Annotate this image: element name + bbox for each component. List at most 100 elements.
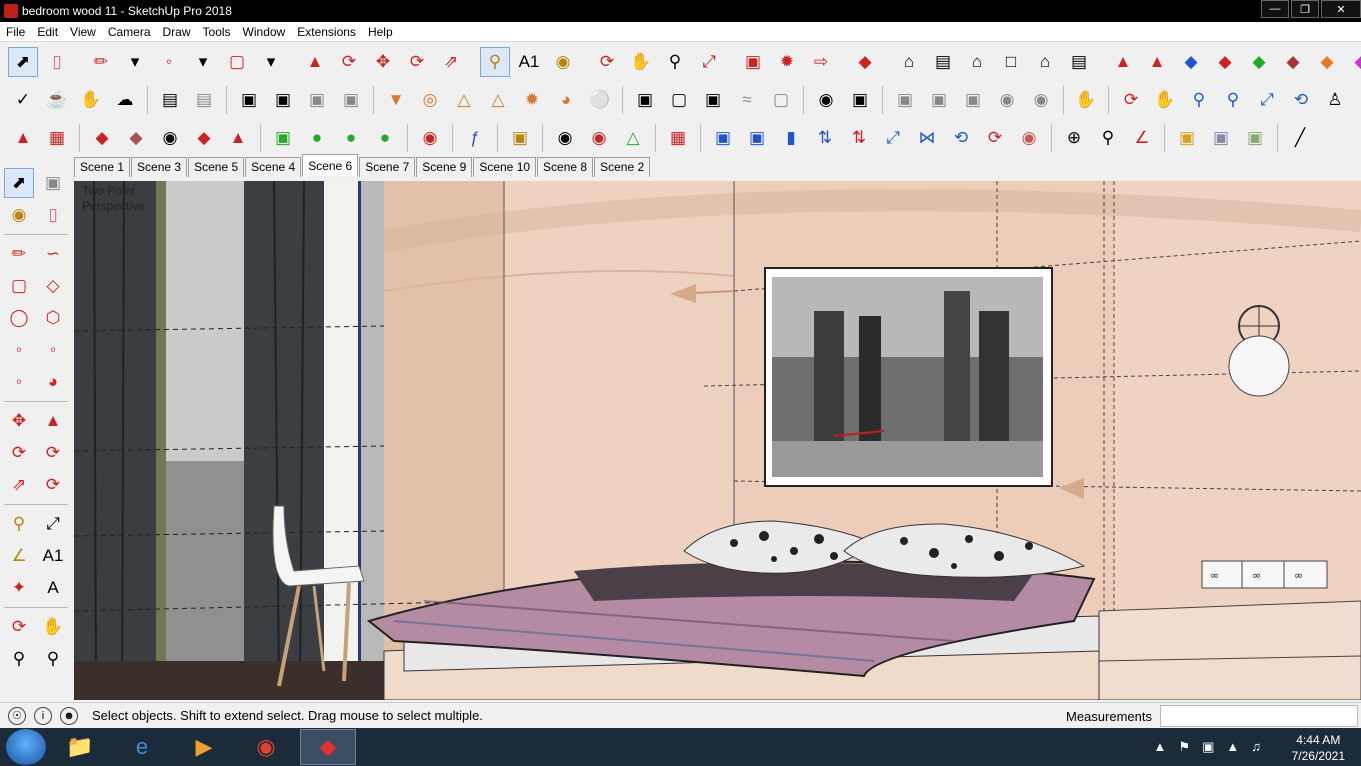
cube-green-icon[interactable]: ▣: [1240, 123, 1270, 153]
bowtie-icon[interactable]: ⋈: [912, 123, 942, 153]
frame2-icon[interactable]: ▣: [268, 85, 298, 115]
select-hand-icon[interactable]: ✋: [1071, 85, 1101, 115]
menu-camera[interactable]: Camera: [102, 25, 157, 39]
undo-curve-icon[interactable]: ⟲: [946, 123, 976, 153]
tools-a-icon[interactable]: ◆: [87, 123, 117, 153]
share-model-icon[interactable]: ✹: [772, 47, 802, 77]
joint-icon[interactable]: ◉: [584, 123, 614, 153]
arc-left-icon[interactable]: ◦: [4, 335, 34, 365]
tree-window-icon[interactable]: ▣: [268, 123, 298, 153]
arc3-icon[interactable]: ◦: [4, 367, 34, 397]
tab-scene-5[interactable]: Scene 5: [188, 157, 245, 177]
tab-scene-10[interactable]: Scene 10: [473, 157, 537, 177]
sandbox2-icon[interactable]: ▣: [845, 85, 875, 115]
probe-icon[interactable]: ⚲: [1093, 123, 1123, 153]
sphere-icon[interactable]: ⚪: [585, 85, 615, 115]
line-dropdown-icon[interactable]: ▾: [120, 47, 150, 77]
rectangle-tool-icon[interactable]: ▢: [222, 47, 252, 77]
dome-icon[interactable]: ◕: [551, 85, 581, 115]
right-view-icon[interactable]: □: [996, 47, 1026, 77]
tab-scene-8[interactable]: Scene 8: [537, 157, 594, 177]
tray-expand-icon[interactable]: ▲: [1154, 739, 1167, 755]
arc-tool-icon[interactable]: ◦: [154, 47, 184, 77]
follow-me-icon[interactable]: ⟳: [334, 47, 364, 77]
paint-bucket-left-icon[interactable]: ◉: [4, 200, 34, 230]
menu-help[interactable]: Help: [362, 25, 399, 39]
rotate-left-icon[interactable]: ⟳: [4, 438, 34, 468]
text-tool-icon[interactable]: A1: [514, 47, 544, 77]
protractor-icon[interactable]: ∠: [4, 541, 34, 571]
solid-1-icon[interactable]: ▣: [890, 85, 920, 115]
move-left-icon[interactable]: ✥: [4, 406, 34, 436]
axis-icon[interactable]: ⊕: [1059, 123, 1089, 153]
render-disabled-icon[interactable]: ▤: [189, 85, 219, 115]
paint-bucket-icon[interactable]: ◉: [548, 47, 578, 77]
diagonal-icon[interactable]: ⤢: [878, 123, 908, 153]
flip-n-icon[interactable]: ◆: [1278, 47, 1308, 77]
arc-dropdown-icon[interactable]: ▾: [188, 47, 218, 77]
pie-icon[interactable]: ◕: [38, 367, 68, 397]
orbit-left-icon[interactable]: ⟳: [4, 612, 34, 642]
arc2-icon[interactable]: ◦: [38, 335, 68, 365]
zoom-window-left-icon[interactable]: ⚲: [38, 644, 68, 674]
move-axis-icon[interactable]: ▲: [1108, 47, 1138, 77]
user-icon[interactable]: ☻: [60, 706, 78, 725]
zoom-extents2-icon[interactable]: ⤢: [1252, 85, 1282, 115]
model-viewport[interactable]: ∞ ∞ ∞ Two Point Perspective: [74, 181, 1361, 700]
uv-box-icon[interactable]: ▣: [708, 123, 738, 153]
tree-group-icon[interactable]: ●: [370, 123, 400, 153]
menu-file[interactable]: File: [0, 25, 31, 39]
sketchup-taskbar-icon[interactable]: ◆: [300, 729, 356, 765]
start-button[interactable]: [6, 729, 46, 765]
line-left-icon[interactable]: ✏: [4, 239, 34, 269]
dimension-icon[interactable]: ⤢: [38, 509, 68, 539]
tape-measure-icon[interactable]: ⚲: [480, 47, 510, 77]
grid-icon[interactable]: ▦: [42, 123, 72, 153]
pan-left-icon[interactable]: ✋: [38, 612, 68, 642]
follow-me-left-icon[interactable]: ⟳: [38, 438, 68, 468]
solid-2-icon[interactable]: ▣: [924, 85, 954, 115]
menu-view[interactable]: View: [64, 25, 102, 39]
geo-location-icon[interactable]: ☉: [8, 706, 26, 725]
tools-d-icon[interactable]: ◆: [189, 123, 219, 153]
rectangle-dropdown-icon[interactable]: ▾: [256, 47, 286, 77]
freehand-icon[interactable]: ∽: [38, 239, 68, 269]
tape-left-icon[interactable]: ⚲: [4, 509, 34, 539]
maximize-button[interactable]: ❐: [1291, 0, 1319, 18]
solid-4-icon[interactable]: ◉: [992, 85, 1022, 115]
solid-5-icon[interactable]: ◉: [1026, 85, 1056, 115]
cloud-icon[interactable]: ☁: [110, 85, 140, 115]
uv-plane-icon[interactable]: ▣: [742, 123, 772, 153]
scale-left-icon[interactable]: ⇗: [4, 470, 34, 500]
torus-icon[interactable]: ◎: [415, 85, 445, 115]
extension-warehouse-icon[interactable]: ◆: [850, 47, 880, 77]
file-explorer-icon[interactable]: 📁: [52, 729, 108, 765]
knife-icon[interactable]: ╱: [1285, 123, 1315, 153]
flip-j-icon[interactable]: ◆: [1176, 47, 1206, 77]
scale-tool-icon[interactable]: ⇗: [436, 47, 466, 77]
render-icon[interactable]: ▤: [155, 85, 185, 115]
pan-icon[interactable]: ✋: [626, 47, 656, 77]
close-button[interactable]: ✕: [1321, 0, 1361, 18]
orbit-icon[interactable]: ⟳: [592, 47, 622, 77]
back-view-icon[interactable]: ⌂: [1030, 47, 1060, 77]
redo-curve-icon[interactable]: ⟳: [980, 123, 1010, 153]
fredo-icon[interactable]: ƒ: [460, 123, 490, 153]
tab-scene-1[interactable]: Scene 1: [74, 157, 131, 177]
eraser-left-icon[interactable]: ▯: [38, 200, 68, 230]
tab-scene-6[interactable]: Scene 6: [302, 154, 359, 176]
zoom-left-icon[interactable]: ⚲: [4, 644, 34, 674]
teapot-icon[interactable]: ☕: [42, 85, 72, 115]
camera-icon[interactable]: ▣: [302, 85, 332, 115]
action-center-icon[interactable]: ⚑: [1178, 739, 1190, 755]
eraser-tool-icon[interactable]: ▯: [42, 47, 72, 77]
tab-scene-2[interactable]: Scene 2: [594, 157, 651, 177]
select-tool-icon[interactable]: ⬈: [8, 47, 38, 77]
zoom-extents-icon[interactable]: ⤢: [694, 47, 724, 77]
tab-scene-9[interactable]: Scene 9: [416, 157, 473, 177]
media-player-icon[interactable]: ▶: [176, 729, 232, 765]
rectangle-left-icon[interactable]: ▢: [4, 271, 34, 301]
flip-x-icon[interactable]: ◆: [1312, 47, 1342, 77]
box-solid-icon[interactable]: ▣: [698, 85, 728, 115]
measurements-input[interactable]: [1160, 705, 1358, 727]
